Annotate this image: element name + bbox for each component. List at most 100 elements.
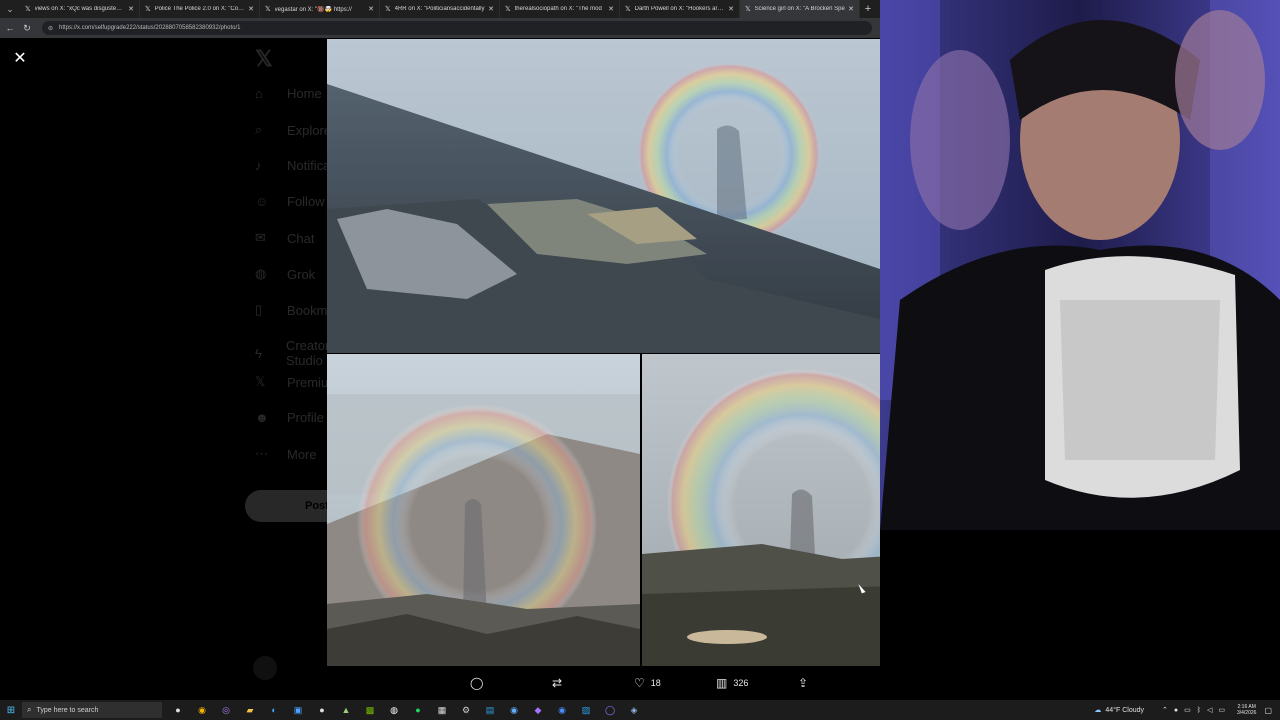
account-switcher[interactable] — [253, 656, 283, 680]
views-count: 326 — [733, 678, 749, 688]
bookmark-icon: ▯ — [255, 302, 263, 317]
person-icon: ☻ — [255, 410, 269, 425]
reload-icon[interactable]: ↻ — [20, 23, 34, 34]
browser-tab[interactable]: 𝕏 Darth Powell on X: "Hookers are m ✕ — [620, 0, 740, 18]
share-button[interactable]: ⇪ — [798, 676, 814, 690]
obs-icon[interactable]: ◎ — [214, 702, 238, 718]
url-text: https://x.com/selfupgrade222/status/2028… — [59, 25, 241, 31]
taskbar: ⊞ ⌕ Type here to search ● ◉ ◎ ▰ ◐ ▣ ● ▲ … — [0, 700, 1280, 720]
browser-tab[interactable]: 𝕏 vegastar on X: "🔞🤯 https:// ✕ — [260, 0, 380, 18]
taskbar-search-input[interactable]: ⌕ Type here to search — [22, 702, 162, 718]
sidebar-item-label: Explore — [287, 122, 332, 138]
heart-icon: ♡ — [634, 676, 645, 690]
sidebar-item-explore[interactable]: ⌕ Explore — [255, 122, 331, 138]
windows-start-icon[interactable]: ⊞ — [0, 705, 22, 716]
media-viewer: 𝕏 ⌂ Home ⌕ Explore ♪ Notifications ☺ Follow … — [0, 38, 880, 700]
site-info-icon[interactable]: ⊜ — [48, 25, 53, 32]
battery-icon[interactable]: ▭ — [1218, 706, 1225, 714]
close-tab-icon[interactable]: ✕ — [368, 5, 374, 13]
reply-button[interactable]: ◯ — [470, 676, 489, 690]
photo-brocken-spectre-slope[interactable] — [327, 39, 880, 353]
browser-tab[interactable]: 𝕏 Police The Police 2.0 on X: "Cop lit ✕ — [140, 0, 260, 18]
browser-tab-active[interactable]: 𝕏 Science girl on X: "A Brocken Spe ✕ — [740, 0, 860, 18]
browser-tab[interactable]: 𝕏 4RR on X: "Politiciansaccidentally ✕ — [380, 0, 500, 18]
back-arrow-icon[interactable]: ← — [3, 23, 17, 33]
tab-strip: ⌄ 𝕏 views on X: "xQc was disgusted at ✕ … — [0, 0, 880, 18]
sidebar-item-follow[interactable]: ☺ Follow — [255, 194, 325, 209]
avatar — [253, 656, 277, 680]
address-bar: ← ↻ ⊜ https://x.com/selfupgrade222/statu… — [0, 18, 880, 38]
steam-icon[interactable]: ◈ — [622, 702, 646, 718]
x-logo-icon: 𝕏 — [505, 6, 511, 13]
tab-title: therealsociopath on X: "The mod — [514, 6, 602, 12]
grok-icon: ◍ — [255, 266, 267, 281]
new-tab-button[interactable]: + — [860, 3, 876, 15]
bluetooth-icon[interactable]: ᛒ — [1197, 707, 1201, 714]
settings-icon[interactable]: ⚙ — [454, 702, 478, 718]
x-logo-icon: 𝕏 — [255, 374, 266, 389]
app-icon-blue[interactable]: ▨ — [574, 702, 598, 718]
sidebar-item-label: Chat — [287, 230, 315, 246]
calculator-icon[interactable]: ▦ — [430, 702, 454, 718]
mic-icon[interactable]: ● — [1174, 707, 1178, 714]
home-icon: ⌂ — [255, 86, 263, 101]
sidebar-item-more[interactable]: ⋯ More — [255, 446, 317, 462]
sidebar-item-profile[interactable]: ☻ Profile — [255, 410, 324, 425]
webcam-feed-image — [880, 0, 1280, 530]
post-action-bar: ◯ ⇄ ♡ 18 ▥ 326 ⇪ — [460, 672, 820, 694]
sidebar-item-label: Profile — [287, 410, 324, 425]
photo-brocken-spectre-valley[interactable] — [327, 354, 640, 666]
like-button[interactable]: ♡ 18 — [634, 676, 661, 690]
notification-icon[interactable]: ▢ — [1264, 706, 1272, 715]
chrome-icon-2[interactable]: ◉ — [550, 702, 574, 718]
close-tab-icon[interactable]: ✕ — [128, 5, 134, 13]
file-explorer-icon[interactable]: ▰ — [238, 702, 262, 718]
browser-tab[interactable]: 𝕏 views on X: "xQc was disgusted at ✕ — [20, 0, 140, 18]
spotify-icon[interactable]: ● — [406, 702, 430, 718]
x-logo-icon: 𝕏 — [265, 6, 271, 13]
close-tab-icon[interactable]: ✕ — [848, 5, 854, 13]
sidebar-item-home[interactable]: ⌂ Home — [255, 86, 322, 101]
volume-icon[interactable]: ◁ — [1207, 706, 1212, 714]
lightning-icon: ϟ — [255, 345, 262, 361]
close-tab-icon[interactable]: ✕ — [728, 5, 734, 13]
repost-button[interactable]: ⇄ — [552, 676, 568, 690]
nvidia-icon[interactable]: ▩ — [358, 702, 382, 718]
app-icon-ring[interactable]: ◯ — [598, 702, 622, 718]
clock[interactable]: 2:16 AM 3/4/2026 — [1237, 704, 1256, 716]
search-icon: ⌕ — [255, 122, 263, 137]
browser-icon-active[interactable]: ◉ — [502, 702, 526, 718]
sidebar-item-chat[interactable]: ✉ Chat — [255, 230, 314, 246]
cloud-icon: ☁ — [1094, 707, 1102, 714]
url-input[interactable]: ⊜ https://x.com/selfupgrade222/status/20… — [42, 21, 872, 35]
tab-title: Darth Powell on X: "Hookers are m — [634, 6, 726, 12]
chrome-icon[interactable]: ◉ — [190, 702, 214, 718]
close-tab-icon[interactable]: ✕ — [488, 5, 494, 13]
photo-brocken-spectre-ridge[interactable] — [642, 354, 880, 666]
tab-search-button[interactable]: ⌄ — [0, 0, 20, 18]
photo-image — [327, 39, 880, 353]
repost-icon: ⇄ — [552, 676, 563, 690]
close-viewer-button[interactable]: ✕ — [10, 48, 30, 68]
close-tab-icon[interactable]: ✕ — [248, 5, 254, 13]
browser-tab[interactable]: 𝕏 therealsociopath on X: "The mod ✕ — [500, 0, 620, 18]
network-icon[interactable]: ▭ — [1184, 706, 1191, 714]
views-button[interactable]: ▥ 326 — [716, 676, 748, 690]
edge-icon[interactable]: ◐ — [262, 702, 286, 718]
store-icon[interactable]: ▣ — [286, 702, 310, 718]
screen: ⌄ 𝕏 views on X: "xQc was disgusted at ✕ … — [0, 0, 1280, 720]
alien-app-icon[interactable]: ● — [166, 702, 190, 718]
weather-widget[interactable]: ☁ 44°F Cloudy — [1094, 706, 1144, 715]
github-icon[interactable]: ◍ — [382, 702, 406, 718]
chevron-up-icon[interactable]: ⌃ — [1162, 706, 1168, 714]
alien-app-icon-2[interactable]: ● — [310, 702, 334, 718]
more-icon: ⋯ — [255, 446, 268, 461]
webcam-overlay — [880, 0, 1280, 530]
terminal-icon[interactable]: ▲ — [334, 702, 358, 718]
photo-image — [327, 354, 640, 666]
x-logo-icon: 𝕏 — [385, 6, 391, 13]
app-icon-purple[interactable]: ◆ — [526, 702, 550, 718]
sidebar-item-grok[interactable]: ◍ Grok — [255, 266, 315, 282]
close-tab-icon[interactable]: ✕ — [608, 5, 614, 13]
editor-icon[interactable]: ▤ — [478, 702, 502, 718]
